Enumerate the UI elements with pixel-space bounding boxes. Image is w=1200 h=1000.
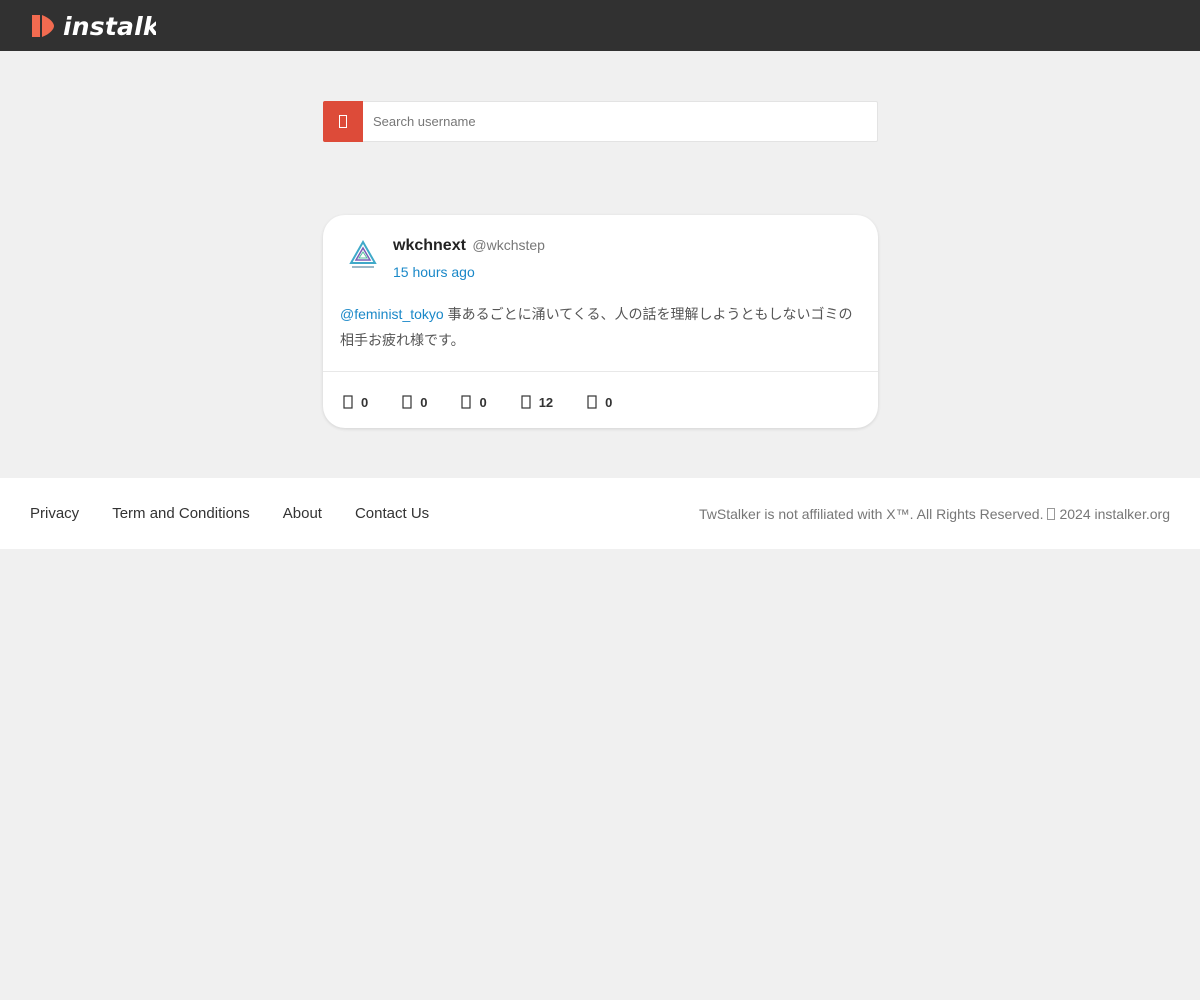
site-footer: Privacy Term and Conditions About Contac… — [0, 478, 1200, 549]
reply-stat[interactable]: 0 — [343, 395, 368, 410]
mention-link[interactable]: @feminist_tokyo — [340, 306, 444, 322]
like-count: 0 — [479, 394, 487, 410]
avatar[interactable] — [345, 237, 381, 273]
tweet-timestamp[interactable]: 15 hours ago — [393, 264, 475, 280]
copyright-year-site: 2024 instalker.org — [1059, 505, 1170, 522]
views-icon — [521, 395, 531, 409]
bookmark-icon — [587, 395, 597, 409]
brand-logo-link[interactable]: instalker — [30, 10, 156, 42]
like-stat[interactable]: 0 — [461, 394, 487, 410]
reply-icon — [343, 395, 353, 409]
retweet-icon — [402, 395, 412, 409]
copyright-icon — [1047, 507, 1056, 520]
copyright-text: TwStalker is not affiliated with X™. All… — [699, 505, 1044, 522]
footer-link-privacy[interactable]: Privacy — [30, 505, 79, 522]
views-count: 12 — [538, 394, 554, 410]
footer-link-terms[interactable]: Term and Conditions — [112, 505, 250, 522]
footer-link-about[interactable]: About — [283, 505, 322, 522]
like-icon — [461, 395, 472, 409]
footer-link-contact[interactable]: Contact Us — [355, 505, 429, 522]
bookmark-count: 0 — [605, 394, 613, 410]
tweet-card: wkchnext @wkchstep 15 hours ago @feminis… — [323, 215, 878, 428]
tweet-text: @feminist_tokyo 事あるごとに涌いてくる、人の話を理解しようともし… — [340, 301, 865, 353]
copyright-notice: TwStalker is not affiliated with X™. All… — [699, 478, 1170, 549]
search-bar — [323, 101, 878, 142]
tweet-stats: 0 0 0 12 0 — [343, 393, 646, 411]
brand-name: instalker — [63, 11, 156, 41]
display-name[interactable]: wkchnext — [393, 237, 466, 254]
reply-count: 0 — [361, 394, 369, 410]
retweet-stat[interactable]: 0 — [402, 395, 427, 410]
footer-links: Privacy Term and Conditions About Contac… — [30, 478, 462, 549]
top-navbar: instalker — [0, 0, 1200, 51]
search-icon — [339, 115, 347, 128]
search-input[interactable] — [363, 102, 877, 141]
search-button[interactable] — [323, 101, 363, 142]
bookmark-stat[interactable]: 0 — [587, 395, 612, 410]
user-handle[interactable]: @wkchstep — [472, 237, 545, 253]
user-line: wkchnext @wkchstep — [393, 237, 545, 255]
avatar-logo-icon — [349, 239, 377, 268]
retweet-count: 0 — [420, 394, 428, 410]
card-divider — [323, 371, 878, 372]
brand-logo-icon — [32, 15, 54, 37]
views-stat[interactable]: 12 — [521, 395, 553, 410]
